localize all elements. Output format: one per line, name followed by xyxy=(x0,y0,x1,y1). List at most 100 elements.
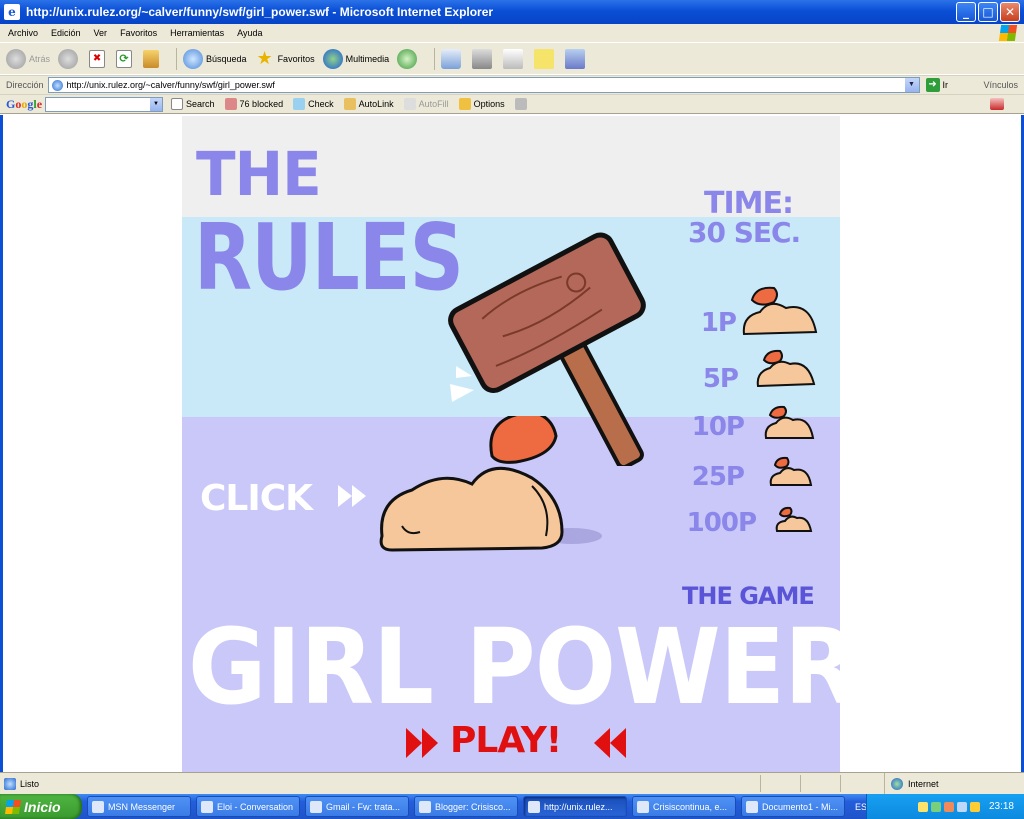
menu-bar: Archivo Edición Ver Favoritos Herramient… xyxy=(0,24,1024,42)
character-10p xyxy=(764,405,815,439)
address-input[interactable]: http://unix.rulez.org/~calver/funny/swf/… xyxy=(47,77,920,93)
tray-icon[interactable] xyxy=(930,801,941,812)
task-blogger[interactable]: Blogger: Crisisco... xyxy=(414,796,518,817)
autolink-button[interactable]: AutoLink xyxy=(343,98,394,110)
print-button[interactable] xyxy=(472,48,495,69)
popup-blocker-button[interactable]: 76 blocked xyxy=(224,98,284,110)
window-title: http://unix.rulez.org/~calver/funny/swf/… xyxy=(26,5,494,19)
pencil-icon xyxy=(514,98,527,110)
discuss-button[interactable] xyxy=(534,48,557,69)
status-divider xyxy=(800,775,801,792)
options-button[interactable]: Options xyxy=(458,98,505,110)
windows-logo-icon xyxy=(998,25,1018,41)
play-arrows-right-icon xyxy=(594,728,626,758)
search-button[interactable]: Búsqueda xyxy=(183,48,247,69)
task-current-page[interactable]: http://unix.rulez... xyxy=(523,796,627,817)
forward-arrow-icon xyxy=(58,48,79,69)
google-toolbar: Google ▼ Search 76 blocked Check AutoLin… xyxy=(0,94,1024,114)
menu-herramientas[interactable]: Herramientas xyxy=(170,28,224,38)
menu-archivo[interactable]: Archivo xyxy=(8,28,38,38)
back-arrow-icon xyxy=(6,48,26,69)
minimize-button[interactable]: _ xyxy=(956,2,976,22)
google-search-input[interactable]: ▼ xyxy=(45,96,164,112)
links-button[interactable]: Vínculos xyxy=(983,80,1018,90)
media-icon xyxy=(322,48,343,69)
windows-flag-icon xyxy=(5,799,21,814)
play-arrows-left-icon xyxy=(406,728,438,758)
messenger-tool-icon[interactable] xyxy=(990,98,1004,110)
flash-game[interactable]: THE RULES TIME: 30 SEC. CLICK 1P 5P 10P … xyxy=(182,116,840,772)
task-label: MSN Messenger xyxy=(108,801,176,812)
tray-icon[interactable] xyxy=(943,801,954,812)
edit-button[interactable] xyxy=(503,48,526,69)
task-conversation[interactable]: Eloi - Conversation xyxy=(196,796,300,817)
check-label: Check xyxy=(308,99,334,109)
blocked-count: 76 blocked xyxy=(239,99,284,109)
globe-icon xyxy=(891,777,903,790)
stop-icon: ✖ xyxy=(89,49,106,68)
start-button[interactable]: Inicio xyxy=(0,794,82,819)
chevron-down-icon[interactable]: ▼ xyxy=(150,97,163,111)
status-divider xyxy=(840,775,841,792)
stop-button[interactable]: ✖ xyxy=(89,49,108,68)
go-button[interactable]: ➜ Ir xyxy=(925,78,948,92)
home-button[interactable] xyxy=(143,49,162,68)
refresh-button[interactable]: ⟳ xyxy=(116,49,135,68)
start-label: Inicio xyxy=(24,798,61,815)
task-gmail[interactable]: Gmail - Fw: trata... xyxy=(305,796,409,817)
menu-ver[interactable]: Ver xyxy=(94,28,108,38)
menu-favoritos[interactable]: Favoritos xyxy=(120,28,157,38)
address-label: Dirección xyxy=(6,80,44,90)
maximize-button[interactable]: □ xyxy=(978,2,998,22)
system-tray: 23:18 xyxy=(866,794,1024,819)
back-label: Atrás xyxy=(29,53,51,64)
chat-icon xyxy=(201,800,213,813)
google-logo[interactable]: Google xyxy=(6,97,42,112)
msn-icon xyxy=(92,800,104,813)
forward-button[interactable] xyxy=(58,48,81,69)
points-25p: 25P xyxy=(691,462,745,492)
page-icon xyxy=(51,80,63,91)
autofill-button[interactable]: AutoFill xyxy=(403,98,449,110)
character-100p xyxy=(775,506,813,532)
options-label: Options xyxy=(473,99,505,109)
note-icon xyxy=(534,48,555,69)
task-documento1[interactable]: Documento1 - Mi... xyxy=(741,796,845,817)
security-zone: Internet xyxy=(884,773,939,794)
close-button[interactable]: ✕ xyxy=(1000,2,1020,22)
history-button[interactable] xyxy=(397,48,420,69)
character-5p xyxy=(756,349,816,388)
fast-forward-icon xyxy=(338,485,366,507)
title-bar: e http://unix.rulez.org/~calver/funny/sw… xyxy=(0,0,1024,24)
tray-icon[interactable] xyxy=(969,801,980,812)
menu-ayuda[interactable]: Ayuda xyxy=(237,28,262,38)
favorites-button[interactable]: ★ Favoritos xyxy=(255,49,314,69)
messenger-button[interactable] xyxy=(565,48,588,69)
spellcheck-icon xyxy=(293,98,306,110)
ie-page-icon xyxy=(637,800,649,813)
clock[interactable]: 23:18 xyxy=(989,801,1014,812)
messenger-icon xyxy=(565,48,586,69)
options-icon xyxy=(458,98,471,110)
character-big xyxy=(379,416,602,552)
pencil-button[interactable] xyxy=(514,98,530,110)
media-button[interactable]: Multimedia xyxy=(322,48,389,69)
google-g-icon xyxy=(171,98,184,110)
task-label: Eloi - Conversation xyxy=(217,801,294,812)
blocker-icon xyxy=(224,98,237,110)
play-button[interactable]: PLAY! xyxy=(404,720,626,764)
mail-button[interactable] xyxy=(441,48,464,69)
task-crisiscontinua[interactable]: Crisiscontinua, e... xyxy=(632,796,736,817)
task-msn-messenger[interactable]: MSN Messenger xyxy=(87,796,191,817)
google-search-button[interactable]: Search xyxy=(171,98,215,110)
mail-icon xyxy=(441,48,462,69)
rules-heading: RULES xyxy=(194,204,464,311)
back-button[interactable]: Atrás xyxy=(6,48,51,69)
menu-edicion[interactable]: Edición xyxy=(51,28,81,38)
tray-icon[interactable] xyxy=(917,801,928,812)
spellcheck-button[interactable]: Check xyxy=(293,98,334,110)
tray-icon[interactable] xyxy=(956,801,967,812)
ie-icon: e xyxy=(4,4,20,20)
address-dropdown-icon[interactable]: ▼ xyxy=(904,78,919,92)
motion-arrows-icon xyxy=(450,366,474,402)
